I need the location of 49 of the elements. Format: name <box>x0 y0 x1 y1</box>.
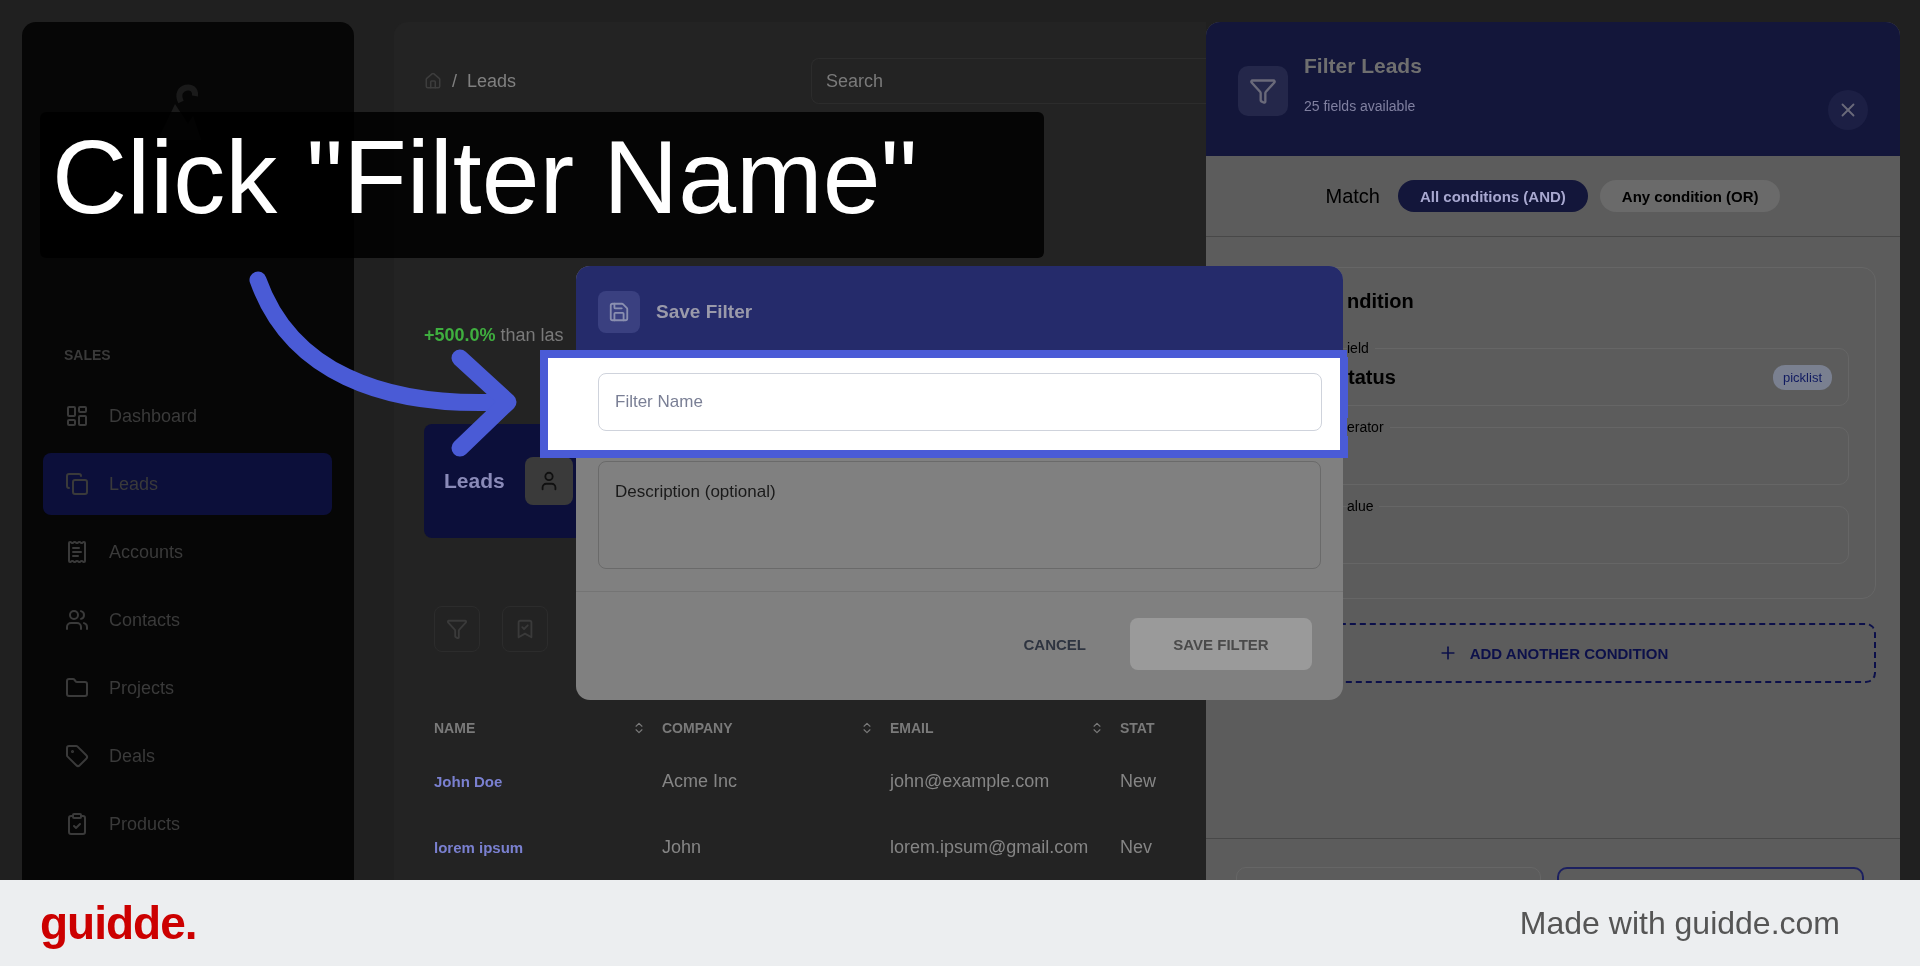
credit-text: Made with guidde.com <box>1519 904 1840 942</box>
nav-icon <box>65 472 89 496</box>
instruction-caption: Click "Filter Name" <box>40 112 1044 258</box>
filter-icon <box>446 618 468 640</box>
table-cell-text: Acme Inc <box>662 769 739 793</box>
table-cell-text: Nev <box>1120 835 1153 859</box>
user-icon <box>524 456 573 505</box>
lead-link[interactable]: John Doe <box>434 748 662 814</box>
panel-title: Filter Leads <box>1304 54 1422 78</box>
field-label: erator <box>1347 418 1390 436</box>
table-cell-text: john@example.com <box>890 769 1051 793</box>
column-header[interactable]: NAME <box>434 708 662 748</box>
field-value: tatus <box>1348 365 1396 389</box>
filter-button[interactable] <box>434 606 480 652</box>
table-cell-text: New <box>1120 769 1157 793</box>
description-field[interactable]: Description (optional) <box>598 461 1321 569</box>
nav-icon <box>65 608 89 632</box>
type-badge: picklist <box>1773 364 1832 390</box>
breadcrumb-current: Leads <box>467 70 517 92</box>
match-label: Match <box>1325 184 1380 208</box>
home-icon[interactable] <box>424 72 442 91</box>
nav-icon <box>65 404 89 428</box>
bookmark-button[interactable] <box>502 606 548 652</box>
search-field[interactable]: Search <box>811 58 1206 105</box>
breadcrumb-separator: / <box>452 70 457 92</box>
match-option[interactable]: Any condition (OR) <box>1599 180 1781 212</box>
filter-name-field[interactable]: Filter Name <box>598 373 1322 431</box>
column-header[interactable]: COMPANY <box>662 708 890 748</box>
nav-icon <box>65 812 89 836</box>
panel-subtitle: 25 fields available <box>1304 98 1417 114</box>
stat-text: +500.0% than las <box>424 324 565 346</box>
table-cell-text: lorem.ipsum@gmail.com <box>890 835 1090 859</box>
table-cell-text: John <box>662 835 703 859</box>
card-label: Leads <box>444 468 505 493</box>
save-icon <box>598 290 640 333</box>
filter-icon <box>1238 66 1288 116</box>
nav-icon <box>65 744 89 768</box>
dialog-title: Save Filter <box>656 300 753 323</box>
nav-icon <box>65 676 89 700</box>
field-label: ield <box>1347 339 1375 357</box>
lead-link[interactable]: lorem ipsum <box>434 814 662 880</box>
condition-title: ndition <box>1346 290 1415 313</box>
match-option[interactable]: All conditions (AND) <box>1398 180 1588 212</box>
cancel-button[interactable]: CANCEL <box>1017 634 1092 654</box>
guidde-logo: guidde. <box>40 896 197 950</box>
column-header[interactable]: EMAIL <box>890 708 1120 748</box>
nav-icon <box>65 540 89 564</box>
close-button[interactable] <box>1828 90 1868 130</box>
column-header[interactable]: STAT <box>1120 708 1180 748</box>
